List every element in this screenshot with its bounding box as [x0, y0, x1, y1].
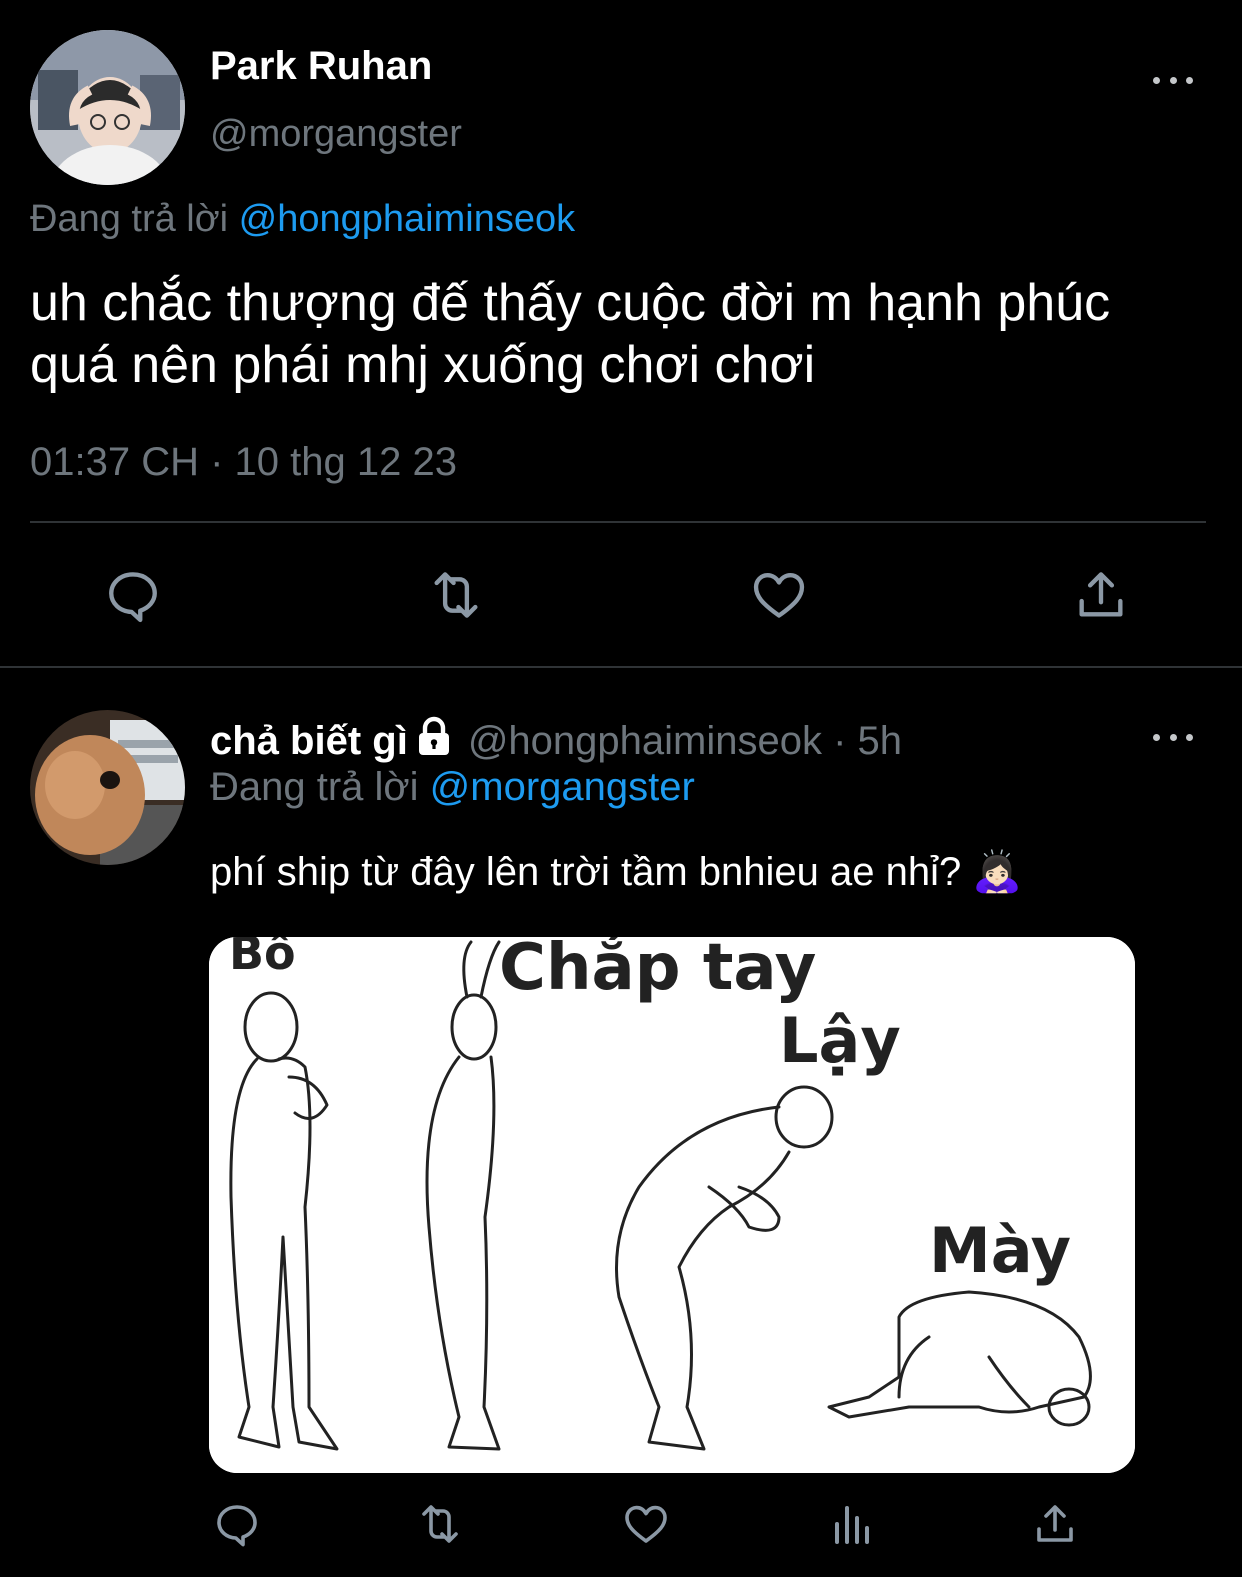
replying-prefix: Đang trả lời	[30, 198, 229, 240]
replying-to: Đang trả lời @hongphaiminseok	[30, 198, 575, 241]
lock-icon	[416, 716, 452, 766]
bowing-meme-illustration: Bố Chắp tay Lậy Mày	[209, 937, 1135, 1473]
bowing-woman-emoji: 🙇🏻‍♀️	[972, 850, 1023, 894]
replying-to: Đang trả lời @morgangster	[210, 765, 695, 810]
tweet-text-content: phí ship từ đây lên trời tầm bnhieu ae n…	[210, 850, 962, 894]
more-options-icon[interactable]	[1153, 727, 1193, 747]
avatar[interactable]	[30, 710, 185, 865]
replying-to-link[interactable]: @morgangster	[430, 765, 695, 809]
share-icon[interactable]	[1072, 566, 1130, 624]
tweet-text: uh chắc thượng đế thấy cuộc đời m hạnh p…	[30, 272, 1110, 396]
section-divider	[0, 666, 1242, 668]
tweet-text-line: uh chắc thượng đế thấy cuộc đời m hạnh p…	[30, 274, 1111, 332]
tweet-text: phí ship từ đây lên trời tầm bnhieu ae n…	[210, 848, 1022, 895]
more-options-icon[interactable]	[1153, 70, 1193, 90]
timestamp[interactable]: 01:37 CH · 10 thg 12 23	[30, 440, 457, 485]
profile-photo-icon	[30, 30, 185, 185]
reply-header: chả biết gì @hongphaiminseok · 5h	[210, 716, 902, 766]
share-icon[interactable]	[1031, 1500, 1079, 1548]
divider	[30, 521, 1206, 523]
tweet-text-line: quá nên phái mhj xuống chơi chơi	[30, 336, 816, 394]
meme-label: Bố	[229, 937, 296, 980]
handle-and-time[interactable]: @hongphaiminseok · 5h	[468, 719, 902, 764]
meme-label: Chắp tay	[499, 937, 816, 1005]
meme-label: Lậy	[779, 1004, 901, 1077]
reply-icon[interactable]	[213, 1500, 261, 1548]
tweet-image[interactable]: Bố Chắp tay Lậy Mày	[209, 937, 1135, 1473]
display-name[interactable]: chả biết gì	[210, 719, 408, 764]
views-icon[interactable]	[829, 1500, 877, 1548]
like-icon[interactable]	[622, 1500, 670, 1548]
retweet-icon[interactable]	[424, 566, 488, 624]
replying-prefix: Đang trả lời	[210, 765, 419, 809]
meme-label: Mày	[929, 1214, 1071, 1287]
reply-icon[interactable]	[104, 566, 162, 624]
avatar[interactable]	[30, 30, 185, 185]
user-handle[interactable]: @morgangster	[210, 113, 462, 156]
profile-photo-icon	[30, 710, 185, 865]
retweet-icon[interactable]	[413, 1500, 467, 1548]
replying-to-link[interactable]: @hongphaiminseok	[239, 198, 575, 240]
like-icon[interactable]	[750, 566, 808, 624]
display-name[interactable]: Park Ruhan	[210, 44, 432, 89]
